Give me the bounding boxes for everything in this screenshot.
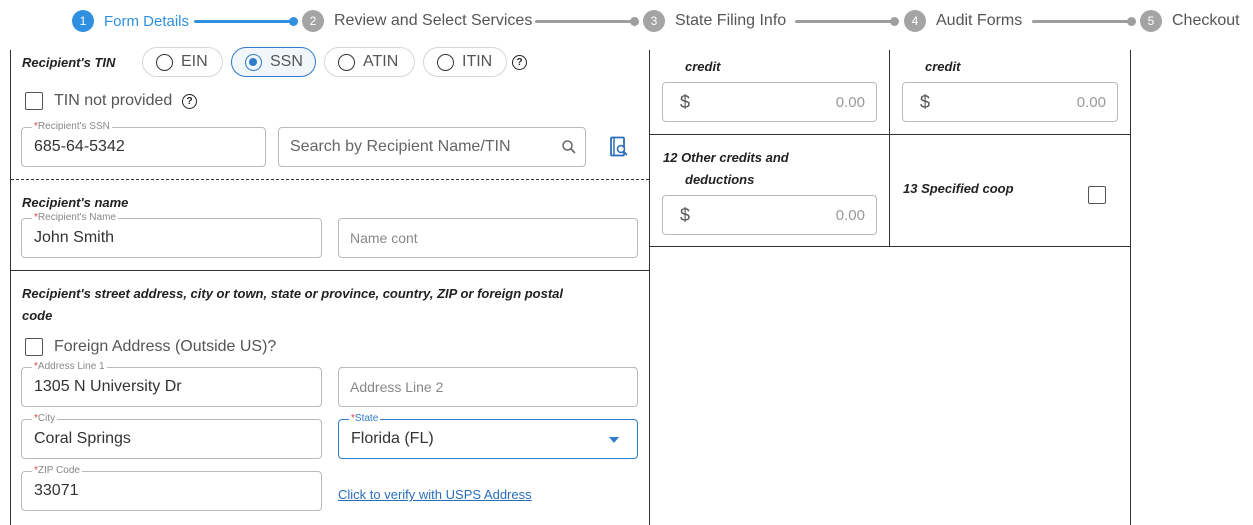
step-number: 2	[302, 10, 324, 32]
state-value: Florida (FL)	[351, 430, 434, 447]
top-left-cell-label: credit	[685, 59, 721, 74]
amounts-panel: credit $ 0.00 credit $ 0.00 12 Other cre…	[650, 50, 1131, 525]
recipient-search-input[interactable]: Search by Recipient Name/TIN	[278, 127, 586, 167]
field-legend: *City	[32, 413, 58, 424]
recipient-ssn-value: 685-64-5342	[34, 138, 125, 155]
radio-icon	[156, 53, 173, 71]
amount-value: 0.00	[1076, 94, 1106, 111]
step-review-services[interactable]: 2 Review and Select Services	[302, 10, 532, 32]
row-divider	[650, 134, 1130, 135]
progress-stepper: 1 Form Details 2 Review and Select Servi…	[0, 0, 1253, 44]
question-circle-icon[interactable]: ?	[512, 55, 527, 70]
recipient-name-value: John Smith	[34, 229, 115, 246]
address-section-label: Recipient's street address, city or town…	[22, 286, 564, 301]
recipient-tin-label: Recipient's TIN	[22, 55, 116, 70]
currency-symbol: $	[680, 92, 691, 112]
state-select[interactable]: *State Florida (FL)	[338, 413, 638, 459]
step-label: Review and Select Services	[334, 12, 533, 29]
box12-label: 12 Other credits and	[663, 150, 789, 165]
tin-not-provided-label: TIN not provided	[54, 92, 173, 109]
step-connector	[795, 17, 899, 26]
search-placeholder: Search by Recipient Name/TIN	[290, 138, 511, 155]
step-label: State Filing Info	[675, 12, 787, 29]
field-legend: *ZIP Code	[32, 465, 82, 476]
tin-option-label: EIN	[181, 53, 208, 70]
address-section-label-cont: code	[22, 308, 53, 323]
tin-option-atin[interactable]: ATIN	[324, 47, 415, 77]
currency-symbol: $	[680, 205, 691, 225]
step-form-details[interactable]: 1 Form Details	[72, 10, 189, 32]
name-cont-placeholder: Name cont	[350, 230, 418, 246]
radio-selected-icon	[245, 53, 262, 71]
step-connector	[194, 17, 298, 26]
step-label: Checkout	[1172, 12, 1240, 29]
field-legend: *Recipient's Name	[32, 212, 118, 223]
step-number: 1	[72, 10, 94, 32]
amount-value: 0.00	[835, 207, 865, 224]
address-line2-placeholder: Address Line 2	[350, 379, 444, 395]
recipient-ssn-field[interactable]: *Recipient's SSN 685-64-5342	[21, 121, 266, 167]
field-legend: *Recipient's SSN	[32, 121, 112, 132]
field-legend: *Address Line 1	[32, 361, 107, 372]
step-connector	[1032, 17, 1136, 26]
city-field[interactable]: *City Coral Springs	[21, 413, 322, 459]
field-legend: *State	[349, 413, 381, 424]
city-value: Coral Springs	[34, 430, 131, 447]
tin-option-ssn[interactable]: SSN	[231, 47, 316, 77]
name-cont-field[interactable]: Name cont	[338, 218, 638, 258]
box13-label: 13 Specified coop	[903, 181, 1014, 196]
step-number: 3	[643, 10, 665, 32]
verify-usps-link[interactable]: Click to verify with USPS Address	[338, 487, 532, 502]
section-divider	[11, 270, 649, 271]
step-connector	[535, 17, 639, 26]
search-icon[interactable]	[561, 139, 577, 155]
tin-option-itin[interactable]: ITIN	[423, 47, 507, 77]
foreign-address-checkbox[interactable]	[25, 338, 43, 356]
specified-coop-checkbox[interactable]	[1088, 186, 1106, 204]
recipient-name-field[interactable]: *Recipient's Name John Smith	[21, 212, 322, 258]
question-circle-icon[interactable]: ?	[182, 94, 197, 109]
tin-option-label: SSN	[270, 53, 303, 70]
step-state-filing[interactable]: 3 State Filing Info	[643, 10, 786, 32]
radio-icon	[338, 53, 355, 71]
foreign-address-label: Foreign Address (Outside US)?	[54, 338, 277, 355]
step-label: Form Details	[104, 12, 190, 30]
contact-book-search-icon[interactable]	[609, 136, 629, 160]
tin-not-provided-checkbox[interactable]	[25, 92, 43, 110]
address-line1-value: 1305 N University Dr	[34, 378, 182, 395]
radio-icon	[437, 53, 454, 71]
top-right-cell-label: credit	[925, 59, 961, 74]
address-line1-field[interactable]: *Address Line 1 1305 N University Dr	[21, 361, 322, 407]
top-left-amount-input[interactable]: $ 0.00	[662, 82, 877, 122]
step-number: 4	[904, 10, 926, 32]
top-right-amount-input[interactable]: $ 0.00	[902, 82, 1118, 122]
tin-option-label: ATIN	[363, 53, 399, 70]
box12-amount-input[interactable]: $ 0.00	[662, 195, 877, 235]
recipient-panel: Recipient's TIN EIN SSN ATIN ITIN ? TIN …	[10, 47, 650, 525]
recipient-name-section-label: Recipient's name	[22, 195, 129, 210]
cell-divider	[889, 50, 890, 247]
row-divider	[650, 246, 1130, 247]
step-label: Audit Forms	[936, 12, 1023, 29]
address-line2-field[interactable]: Address Line 2	[338, 367, 638, 407]
amount-value: 0.00	[835, 94, 865, 111]
tin-option-label: ITIN	[462, 53, 493, 70]
section-divider	[11, 179, 649, 180]
tin-option-ein[interactable]: EIN	[142, 47, 223, 77]
zip-code-field[interactable]: *ZIP Code 33071	[21, 465, 322, 511]
step-checkout[interactable]: 5 Checkout	[1140, 10, 1240, 32]
currency-symbol: $	[920, 92, 931, 112]
chevron-down-icon[interactable]	[609, 437, 619, 443]
box12-label-cont: deductions	[685, 172, 755, 187]
step-number: 5	[1140, 10, 1162, 32]
step-audit-forms[interactable]: 4 Audit Forms	[904, 10, 1022, 32]
zip-code-value: 33071	[34, 482, 79, 499]
